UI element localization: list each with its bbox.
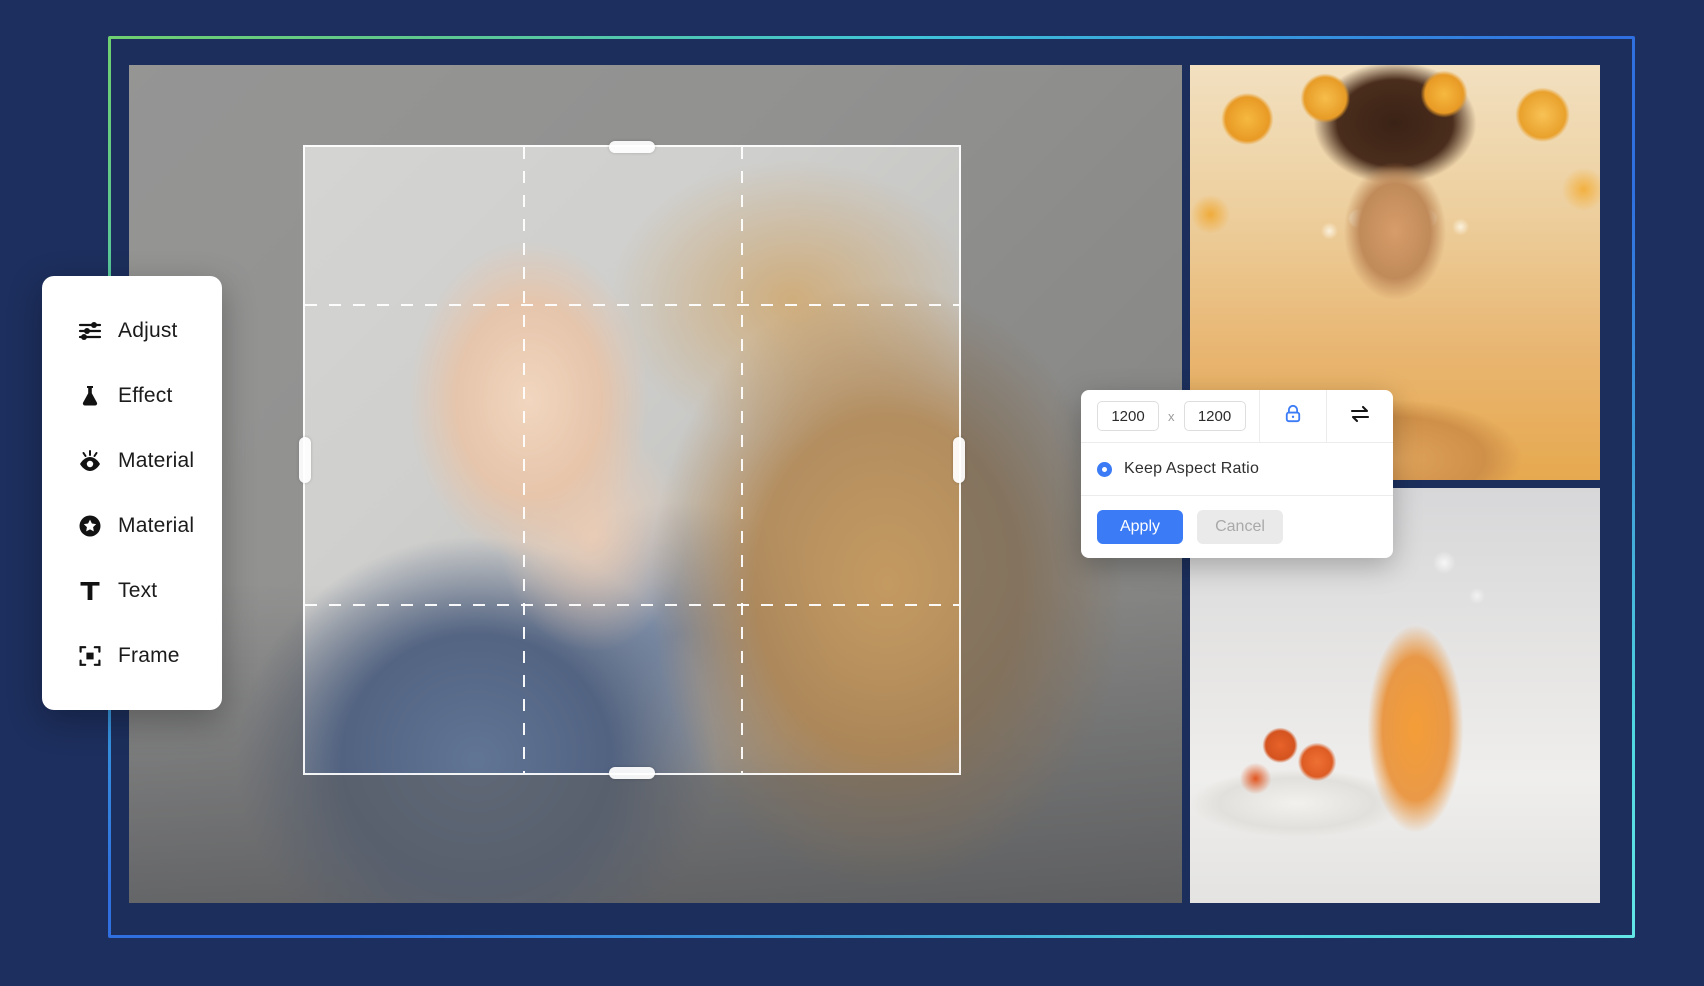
keep-aspect-ratio-radio[interactable]	[1097, 461, 1112, 477]
tool-item-text[interactable]: Text	[42, 558, 222, 623]
tool-item-label: Effect	[118, 383, 173, 407]
text-t-icon	[78, 579, 102, 603]
star-circle-icon	[78, 514, 102, 538]
tool-item-label: Material	[118, 513, 195, 537]
tool-item-material-eye[interactable]: Material	[42, 428, 222, 493]
crop-handle-bottom[interactable]	[609, 767, 655, 779]
eye-icon	[78, 449, 102, 473]
cancel-button[interactable]: Cancel	[1197, 510, 1283, 544]
flask-icon	[78, 384, 102, 408]
size-separator: x	[1168, 408, 1175, 424]
tool-item-label: Adjust	[118, 318, 178, 342]
keep-aspect-ratio-label: Keep Aspect Ratio	[1124, 460, 1260, 477]
tool-item-material-star[interactable]: Material	[42, 493, 222, 558]
resize-dialog: x	[1081, 390, 1393, 558]
crop-guide-vertical-1	[522, 147, 525, 773]
lock-aspect-button[interactable]	[1259, 390, 1326, 442]
lock-icon	[1282, 403, 1304, 430]
keep-aspect-ratio-row[interactable]: Keep Aspect Ratio	[1081, 443, 1393, 496]
crop-handle-top[interactable]	[609, 141, 655, 153]
crop-handle-right[interactable]	[953, 437, 965, 483]
editor-panel	[111, 39, 1632, 935]
tool-item-label: Frame	[118, 643, 180, 667]
swap-arrows-icon	[1348, 402, 1372, 431]
crop-selection-box[interactable]	[299, 141, 965, 779]
editor-window: Adjust Effect Material Material Text Fra…	[0, 0, 1704, 986]
swap-dimensions-button[interactable]	[1326, 390, 1393, 442]
main-canvas[interactable]	[129, 65, 1182, 903]
frame-icon	[78, 644, 102, 668]
tool-item-label: Text	[118, 578, 158, 602]
width-input[interactable]	[1097, 401, 1159, 431]
tool-menu: Adjust Effect Material Material Text Fra…	[42, 276, 222, 710]
apply-button[interactable]: Apply	[1097, 510, 1183, 544]
tool-item-label: Material	[118, 448, 195, 472]
crop-guide-horizontal-1	[305, 303, 959, 306]
resize-size-row: x	[1081, 390, 1393, 443]
tool-item-effect[interactable]: Effect	[42, 363, 222, 428]
tool-item-adjust[interactable]: Adjust	[42, 298, 222, 363]
crop-handle-left[interactable]	[299, 437, 311, 483]
dialog-actions: Apply Cancel	[1081, 496, 1393, 558]
size-fields: x	[1081, 401, 1259, 431]
tool-item-frame[interactable]: Frame	[42, 623, 222, 688]
sliders-icon	[78, 319, 102, 343]
crop-guide-horizontal-2	[305, 603, 959, 606]
gradient-frame	[108, 36, 1635, 938]
height-input[interactable]	[1183, 401, 1246, 431]
crop-guide-vertical-2	[740, 147, 743, 773]
